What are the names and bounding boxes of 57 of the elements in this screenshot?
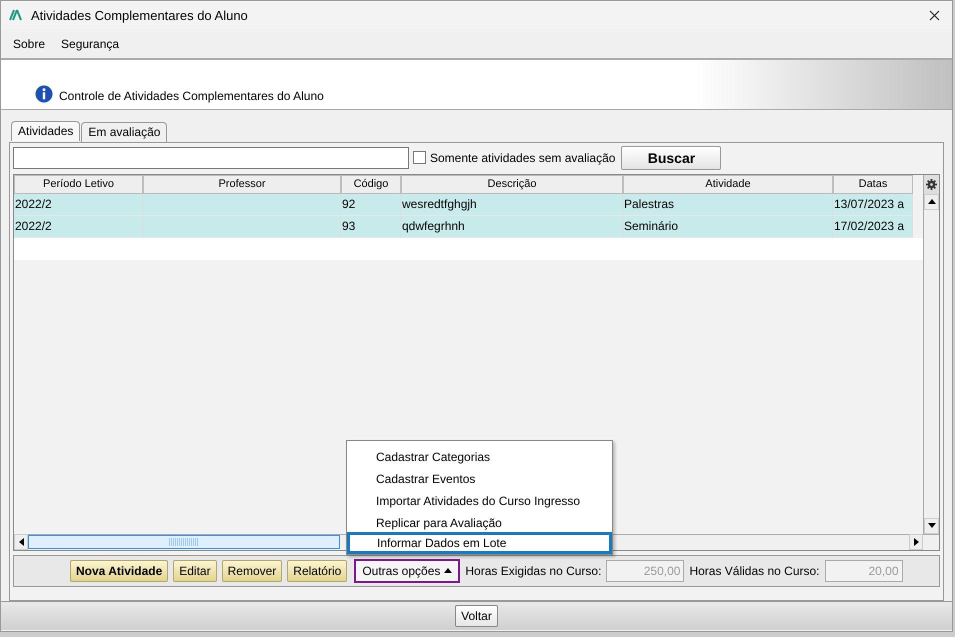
column-header[interactable]: Professor (143, 174, 341, 194)
action-button[interactable]: Editar (173, 560, 217, 582)
scroll-down-button[interactable] (924, 518, 939, 534)
scroll-up-button[interactable] (924, 194, 939, 210)
table-cell: 93 (341, 216, 401, 238)
down-arrow-icon (928, 523, 936, 528)
app-logo-icon (9, 9, 23, 22)
scroll-left-button[interactable] (14, 534, 28, 550)
column-header[interactable]: Período Letivo (14, 174, 143, 194)
column-header[interactable]: Datas (833, 174, 913, 194)
table-cell: Palestras (623, 194, 833, 216)
table-cell: 13/07/2023 a (833, 194, 913, 216)
search-field[interactable] (13, 146, 409, 169)
table-cell: Seminário (623, 216, 833, 238)
search-button[interactable]: Buscar (621, 146, 722, 170)
back-button[interactable]: Voltar (455, 605, 498, 627)
menu-item[interactable]: Importar Atividades do Curso Ingresso (347, 488, 612, 510)
scroll-right-button[interactable] (909, 534, 923, 550)
table-cell: 17/02/2023 a (833, 216, 913, 238)
caret-icon (444, 568, 452, 574)
menu-item[interactable]: Segurança (61, 36, 120, 51)
checkbox[interactable] (413, 151, 426, 164)
hours-label: Horas Válidas no Curso: (689, 564, 820, 578)
gear-icon[interactable] (926, 178, 937, 190)
table-row[interactable]: 2022/2 93 qdwfegrhnh Seminário 17/02/2023 a (14, 216, 923, 238)
menu-item[interactable]: Cadastrar Eventos (347, 466, 612, 488)
action-button[interactable]: Remover (222, 560, 282, 582)
column-header[interactable]: Descrição (401, 174, 623, 194)
table-cell: 92 (341, 194, 401, 216)
menu-item[interactable]: Informar Dados em Lote (347, 532, 612, 554)
table-cell: wesredtfghgjh (401, 194, 623, 216)
checkbox-label: Somente atividades sem avaliação (430, 150, 616, 165)
column-header[interactable]: Código (341, 174, 401, 194)
table-cell: 2022/2 (14, 216, 143, 238)
action-button[interactable]: Relatório (287, 560, 348, 582)
menu-item[interactable]: Cadastrar Categorias (347, 444, 612, 466)
info-icon (35, 84, 53, 103)
hours-field: 250,00 (606, 560, 684, 582)
left-arrow-icon (18, 538, 24, 546)
hours-field: 20,00 (824, 560, 902, 582)
action-button[interactable]: Nova Atividade (70, 560, 168, 582)
up-arrow-icon (928, 199, 936, 204)
menu-item[interactable]: Replicar para Avaliação (347, 510, 612, 532)
table-cell: qdwfegrhnh (401, 216, 623, 238)
table-row[interactable]: 2022/2 92 wesredtfghgjh Palestras 13/07/2023 a (14, 194, 923, 216)
menu-item[interactable]: Sobre (13, 36, 46, 51)
window-title: Atividades Complementares do Aluno (31, 8, 249, 23)
other-options-button[interactable]: Outras opções (354, 558, 460, 583)
table-cell: 2022/2 (14, 194, 143, 216)
close-icon (929, 10, 940, 21)
right-arrow-icon (914, 538, 918, 546)
tab[interactable]: Atividades (11, 120, 80, 141)
scrollbar-thumb[interactable] (28, 535, 340, 550)
header-title: Controle de Atividades Complementares do Aluno (59, 88, 324, 103)
hours-label: Horas Exigidas no Curso: (465, 564, 602, 578)
tab[interactable]: Em avaliação (81, 122, 168, 142)
column-header[interactable]: Atividade (623, 174, 833, 194)
